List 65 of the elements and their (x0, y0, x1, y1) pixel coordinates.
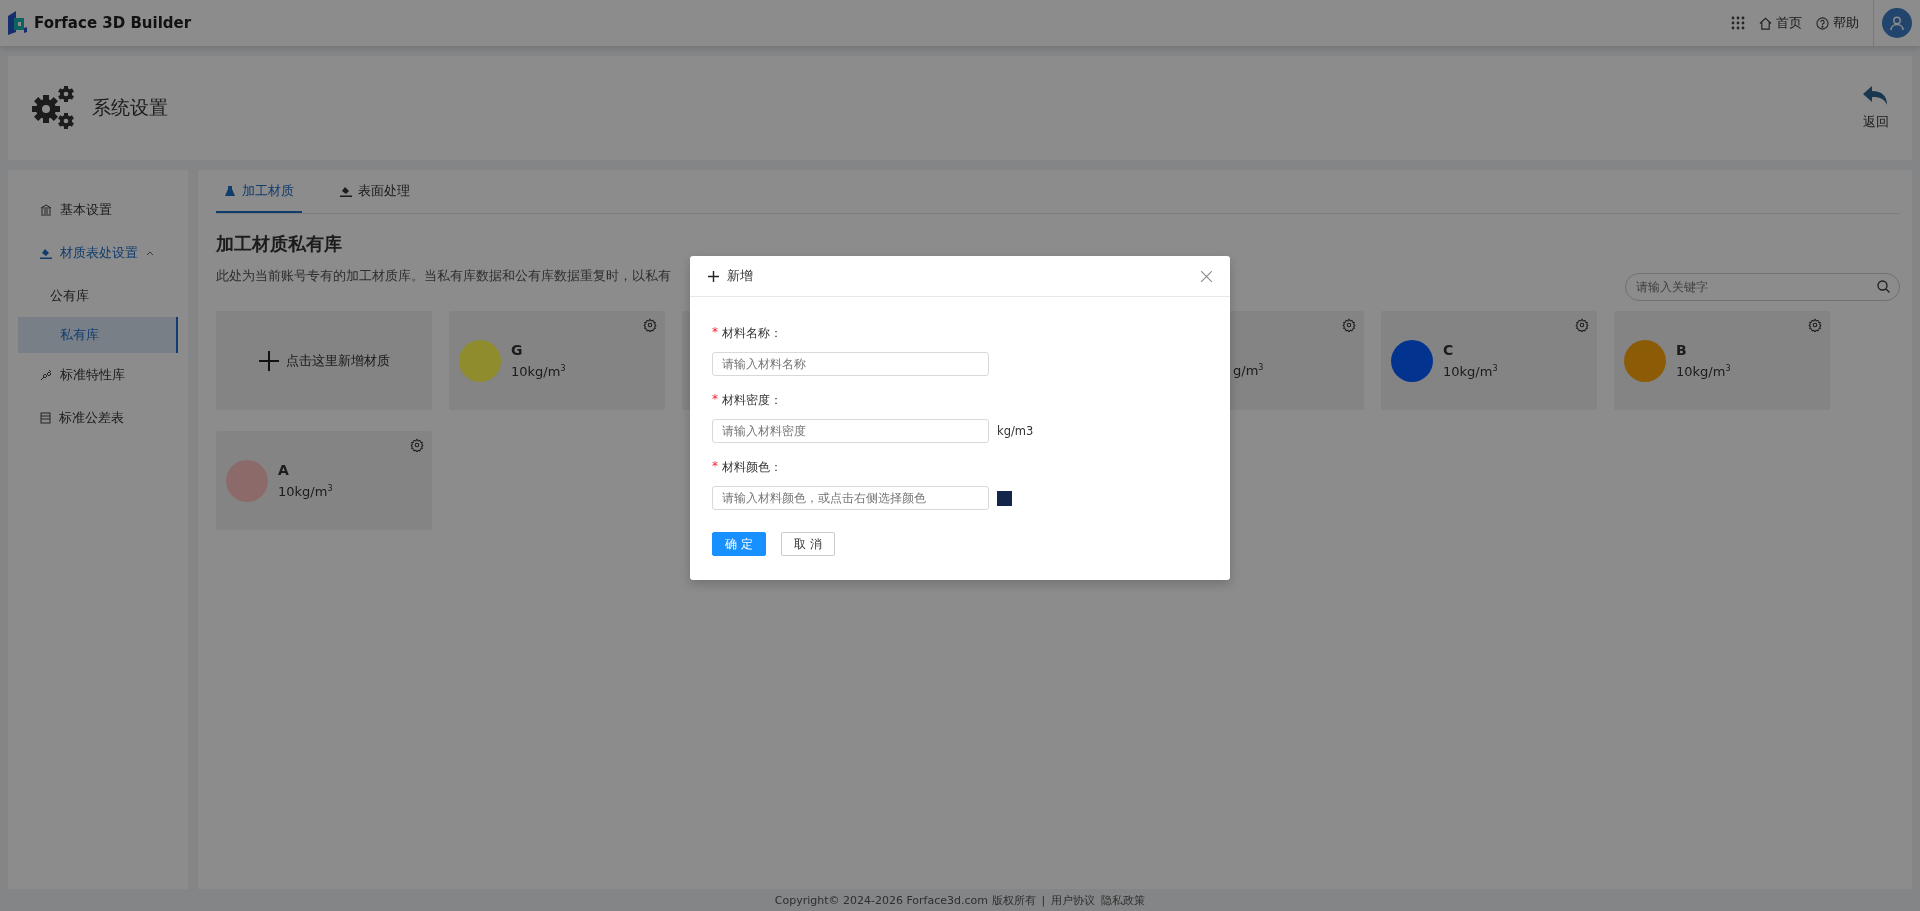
bank-icon (40, 203, 52, 216)
close-icon[interactable] (1201, 270, 1212, 282)
material-name: C (1443, 341, 1455, 358)
unit-label: kg/m3 (997, 424, 1034, 438)
list-icon (40, 411, 51, 424)
menu-item[interactable]: 基本设置 (8, 188, 188, 231)
menu-item[interactable]: 公有库 (8, 274, 188, 317)
settings-icon[interactable] (1342, 318, 1356, 332)
page-title: 系统设置 (92, 95, 168, 120)
material-density: 10kg/m$^{3}$ (511, 363, 566, 380)
settings-icon[interactable] (1808, 318, 1822, 332)
menu-item[interactable]: 私有库 (18, 317, 178, 353)
field-label: 材料密度： (722, 392, 782, 409)
section-description: 此处为当前账号专有的加工材质库。当私有库数据和公有库数据重复时，以私有 (216, 268, 671, 285)
copyright-text: Copyright© 2024-2026 Forface3d.com 版权所有 (774, 892, 1036, 908)
settings-icon[interactable] (643, 318, 657, 332)
footer-link[interactable]: 隐私政策 (1101, 892, 1146, 908)
menu-item[interactable]: 标准公差表 (8, 396, 188, 439)
gears-icon (30, 85, 76, 131)
input-field[interactable]: 请输入材料密度 (712, 419, 989, 443)
menu-item[interactable]: 标准特性库 (8, 353, 188, 396)
menu-item[interactable]: 材质表处设置 (8, 231, 188, 274)
apps-grid-icon[interactable] (1731, 16, 1745, 30)
paint-bucket-icon (340, 184, 352, 197)
help-icon (1816, 16, 1829, 30)
plus-icon (708, 270, 719, 282)
cancel-button[interactable]: 取 消 (780, 532, 835, 556)
material-density: g/m$^{3}$ (1233, 362, 1264, 379)
nav-link[interactable]: 首页 (1759, 14, 1802, 32)
required-mark: * (712, 325, 718, 341)
tab[interactable]: 加工材质 (216, 170, 302, 213)
nav-link[interactable]: 帮助 (1816, 14, 1859, 32)
section-title: 加工材质私有库 (216, 232, 343, 256)
search-icon (1877, 280, 1890, 293)
confirm-button[interactable]: 确 定 (712, 532, 766, 556)
tab[interactable]: 表面处理 (332, 170, 418, 213)
input-field[interactable]: 请输入材料颜色，或点击右侧选择颜色 (712, 486, 989, 510)
required-mark: * (712, 459, 718, 475)
material-density: 10kg/m$^{3}$ (278, 483, 333, 500)
separator-text: | (1041, 893, 1046, 907)
avatar[interactable] (1882, 8, 1912, 38)
material-name: B (1676, 341, 1688, 358)
field-label: 材料颜色： (722, 459, 782, 476)
home-icon (1759, 16, 1772, 30)
add-material-button[interactable]: 点击这里新增材质 (216, 311, 432, 410)
material-density: 10kg/m$^{3}$ (1676, 363, 1731, 380)
settings-icon[interactable] (1575, 318, 1589, 332)
flask-icon (224, 184, 236, 197)
field-label: 材料名称： (722, 325, 782, 342)
material-name: A (278, 461, 290, 478)
material-name: G (511, 341, 524, 358)
back-button[interactable]: 返回 (1862, 85, 1890, 131)
input-field[interactable]: 请输入材料名称 (712, 352, 989, 376)
link-icon (40, 368, 52, 381)
color-swatch[interactable] (997, 490, 1012, 506)
app-title: Forface 3D Builder (34, 14, 192, 32)
search-field[interactable]: 请输入关键字 (1625, 273, 1900, 301)
paint-bucket-icon (40, 246, 52, 259)
footer-link[interactable]: 用户协议 (1051, 892, 1096, 908)
settings-icon[interactable] (410, 438, 424, 452)
dialog-title: 新增 (727, 267, 753, 285)
material-density: 10kg/m$^{3}$ (1443, 363, 1498, 380)
required-mark: * (712, 392, 718, 408)
logo-icon (6, 10, 28, 36)
plus-icon (258, 349, 280, 372)
